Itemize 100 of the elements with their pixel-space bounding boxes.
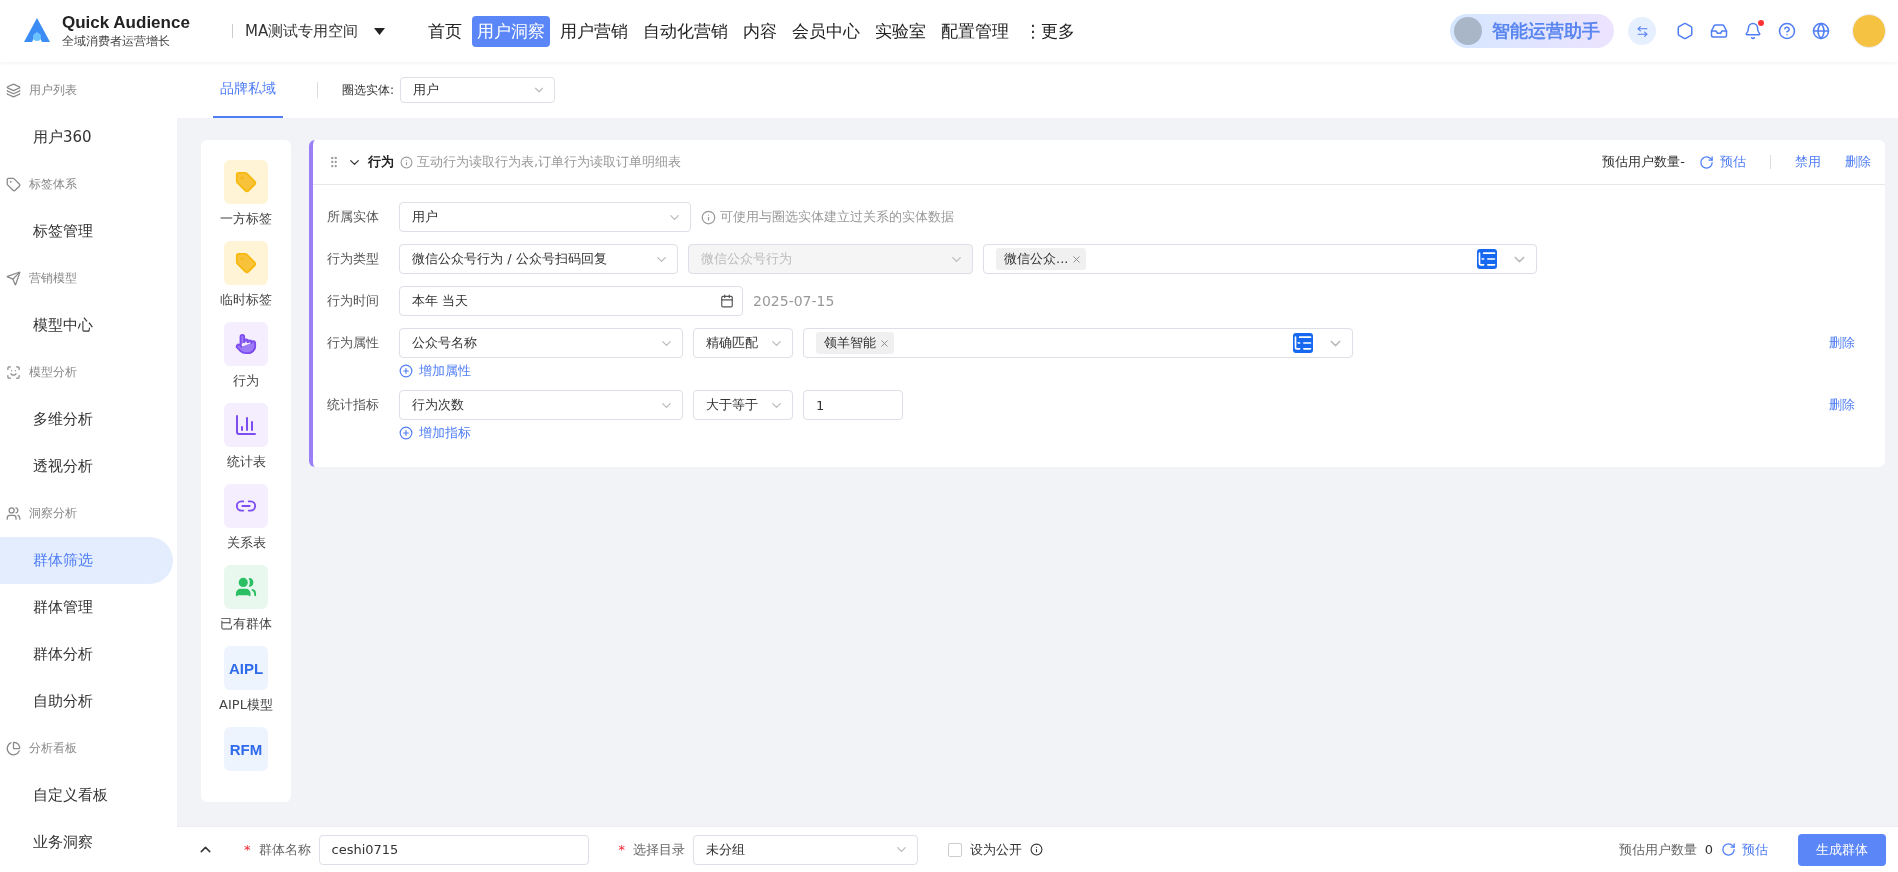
estimate-count: 0 xyxy=(1704,842,1713,857)
swap-icon xyxy=(1635,24,1649,38)
info-icon xyxy=(1030,843,1043,856)
tab[interactable]: 品牌私域 xyxy=(213,62,283,118)
sidebar-item[interactable]: 透视分析 xyxy=(0,443,173,490)
layers-icon xyxy=(6,83,21,98)
nav-item[interactable]: 内容 xyxy=(738,15,783,47)
row-label: 行为属性 xyxy=(327,334,380,352)
sidebar-item[interactable]: 自助分析 xyxy=(0,678,173,725)
required-mark: * xyxy=(618,842,625,857)
paper-plane-icon xyxy=(6,271,21,286)
palette-label: 统计表 xyxy=(226,453,266,471)
field-label: 圈选实体: xyxy=(342,81,395,99)
info-icon xyxy=(400,155,413,169)
row-label: 所属实体 xyxy=(327,208,380,226)
nav-item[interactable]: 用户营销 xyxy=(555,15,634,47)
sidebar-group-title: 洞察分析 xyxy=(29,505,77,522)
sidebar-group-title: 营销模型 xyxy=(29,270,77,287)
row-label: 行为类型 xyxy=(327,250,380,268)
inbox-icon[interactable] xyxy=(1710,22,1728,40)
notification-icon[interactable] xyxy=(1744,22,1762,40)
palette-label: 已有群体 xyxy=(220,615,272,633)
sidebar-item[interactable]: 标签管理 xyxy=(0,208,173,255)
nav-item[interactable]: 实验室 xyxy=(870,15,932,47)
tag-clock-icon xyxy=(224,241,268,285)
caret-icon xyxy=(374,27,386,35)
avatar-placeholder xyxy=(1454,17,1482,45)
name-input[interactable]: ceshi0715 xyxy=(318,834,589,865)
sidebar-item[interactable]: 用户360 xyxy=(0,114,173,161)
row-label: 行为时间 xyxy=(327,292,380,310)
add-link[interactable]: 增加指标 xyxy=(399,424,471,442)
date-text: 2025-07-15 xyxy=(753,293,835,309)
model-badge: RFM xyxy=(224,727,268,771)
palette-label: 行为 xyxy=(233,372,259,390)
selected-tag: 微信公众... xyxy=(996,248,1087,270)
select-field[interactable]: 大于等于 xyxy=(693,390,793,420)
number-input[interactable]: 1 xyxy=(803,390,903,420)
tag-select-field[interactable]: 微信公众... xyxy=(983,244,1537,274)
sidebar-group-title: 模型分析 xyxy=(29,364,77,381)
sidebar-item[interactable]: 模型中心 xyxy=(0,302,173,349)
public-checkbox[interactable] xyxy=(948,842,962,857)
select-field[interactable]: 用户 xyxy=(399,202,691,232)
face-scan-icon xyxy=(6,365,21,380)
users-icon xyxy=(6,506,21,521)
sidebar-group-title: 用户列表 xyxy=(29,82,77,99)
add-link[interactable]: 增加属性 xyxy=(399,362,471,380)
pointer-hand-icon xyxy=(224,322,268,366)
field-label: 群体名称 xyxy=(258,840,311,859)
tag-icon xyxy=(6,177,21,192)
globe-icon[interactable] xyxy=(1812,22,1830,40)
refresh-icon xyxy=(1699,154,1714,170)
action-link[interactable]: 删除 xyxy=(1845,153,1871,171)
delete-link[interactable]: 删除 xyxy=(1829,334,1855,352)
estimate-label: 预估用户数量- xyxy=(1602,153,1685,171)
palette-label: 一方标签 xyxy=(220,210,272,228)
nav-item[interactable]: ⋮更多 xyxy=(1019,15,1081,47)
sidebar-item[interactable]: 群体管理 xyxy=(0,584,173,631)
estimate-link[interactable]: 预估 xyxy=(1721,840,1768,859)
sidebar-item[interactable]: 业务洞察 xyxy=(0,819,173,866)
logo-title: Quick Audience xyxy=(62,12,190,33)
hint-text: 可使用与圈选实体建立过关系的实体数据 xyxy=(720,208,954,226)
nav-item[interactable]: 配置管理 xyxy=(936,15,1015,47)
sidebar-group-title: 分析看板 xyxy=(29,740,77,757)
delete-link[interactable]: 删除 xyxy=(1829,396,1855,414)
select-field[interactable]: 公众号名称 xyxy=(399,328,683,358)
remove-icon[interactable] xyxy=(879,337,890,349)
date-field[interactable]: 本年 当天 xyxy=(399,286,743,316)
workspace-selector[interactable]: MA测试专用空间 xyxy=(245,21,386,41)
model-badge: AIPL xyxy=(224,646,268,690)
required-mark: * xyxy=(244,842,251,857)
logo-subtitle: 全域消费者运营增长 xyxy=(62,32,171,50)
sidebar-item[interactable]: 群体分析 xyxy=(0,631,173,678)
select-field[interactable]: 行为次数 xyxy=(399,390,683,420)
hint-text: 互动行为读取行为表,订单行为读取订单明细表 xyxy=(417,153,682,171)
action-link[interactable]: 禁用 xyxy=(1795,153,1821,171)
estimate-label: 预估用户数量 xyxy=(1618,840,1697,859)
select-field[interactable]: 精确匹配 xyxy=(693,328,793,358)
help-icon[interactable] xyxy=(1778,22,1796,40)
tag-icon xyxy=(224,160,268,204)
swap-button[interactable] xyxy=(1628,17,1656,45)
estimate-link[interactable]: 预估 xyxy=(1699,153,1746,171)
select-field[interactable]: 用户 xyxy=(400,77,556,103)
list-tree-icon[interactable] xyxy=(1477,249,1497,269)
sidebar-item[interactable]: 自定义看板 xyxy=(0,772,173,819)
hexagon-icon[interactable] xyxy=(1676,22,1694,40)
checkbox-label: 设为公开 xyxy=(970,840,1022,859)
nav-item[interactable]: 首页 xyxy=(423,15,468,47)
users-icon xyxy=(224,565,268,609)
pie-chart-icon xyxy=(6,741,21,756)
list-tree-icon[interactable] xyxy=(1293,333,1313,353)
calendar-icon xyxy=(720,294,734,308)
remove-icon[interactable] xyxy=(1071,253,1083,265)
nav-item[interactable]: 自动化营销 xyxy=(638,15,734,47)
directory-select[interactable]: 未分组 xyxy=(693,834,918,865)
nav-item[interactable]: 会员中心 xyxy=(787,15,866,47)
select-field[interactable]: 微信公众号行为 / 公众号扫码回复 xyxy=(399,244,678,274)
tag-select-field[interactable]: 领羊智能 xyxy=(803,328,1353,358)
palette-label: 临时标签 xyxy=(220,291,272,309)
palette-label: 关系表 xyxy=(226,534,266,552)
sidebar-item[interactable]: 多维分析 xyxy=(0,396,173,443)
